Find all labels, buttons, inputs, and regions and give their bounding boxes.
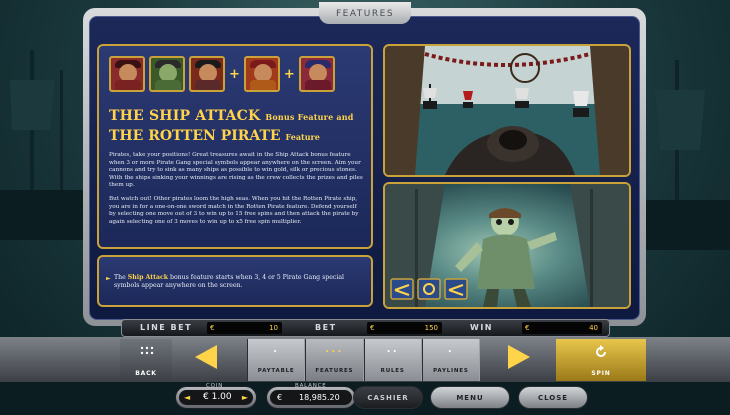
- coin-value: € 1.00: [203, 392, 232, 402]
- feature-note: The Ship Attack bonus feature starts whe…: [114, 274, 345, 289]
- tab-paytable[interactable]: • PAYTABLE: [247, 339, 306, 381]
- close-button[interactable]: CLOSE: [518, 386, 588, 409]
- ship-attack-illustration: [383, 44, 631, 177]
- move-choice-icons: [390, 278, 468, 300]
- win-value: 40: [589, 324, 598, 332]
- feature-note-box: ► The Ship Attack bonus feature starts w…: [97, 255, 373, 307]
- cashier-button[interactable]: CASHIER: [353, 386, 423, 409]
- bet-label: BET: [315, 323, 337, 332]
- panel-title: FEATURES: [319, 2, 411, 24]
- previous-page-arrow-icon[interactable]: [195, 345, 217, 369]
- balance-value: 18,985.20: [299, 393, 340, 402]
- feature-title-1: THE SHIP ATTACK Bonus Feature and: [109, 108, 354, 124]
- pirate-symbol-2: [149, 56, 185, 92]
- paytable-tabs: • PAYTABLE ••• FEATURES •• RULES • PAYLI…: [247, 339, 480, 381]
- pirate-symbol-1: [109, 56, 145, 92]
- win-value-box: € 40: [522, 322, 602, 334]
- spin-label: SPIN: [591, 370, 611, 377]
- pirate-symbol-5: [298, 56, 335, 92]
- grid-icon: [140, 346, 154, 355]
- feature-description-box: + + THE SHIP ATTACK Bonus Feature and TH…: [97, 44, 373, 249]
- feature-paragraph-1: Pirates, take your positions! Great trea…: [109, 152, 363, 189]
- feature-title-2: THE ROTTEN PIRATE Feature: [109, 128, 320, 144]
- line-bet-value-box: € 10: [207, 322, 282, 334]
- pirate-symbol-3: [189, 56, 225, 92]
- feature-paragraph-2: But watch out! Other pirates loom the hi…: [109, 196, 359, 225]
- menu-button[interactable]: MENU: [430, 386, 510, 409]
- bet-value: 150: [424, 324, 438, 332]
- bet-value-box: € 150: [367, 322, 442, 334]
- background-ship-right: [635, 60, 730, 250]
- tab-features[interactable]: ••• FEATURES: [305, 339, 364, 381]
- background-ship-left: [0, 50, 95, 240]
- coin-label: COIN: [206, 383, 224, 389]
- tab-paylines[interactable]: • PAYLINES: [421, 339, 480, 381]
- coin-increase-icon[interactable]: ►: [242, 393, 248, 402]
- plus-sign: +: [283, 66, 295, 82]
- win-label: WIN: [470, 323, 493, 332]
- spin-refresh-icon: [596, 345, 606, 357]
- coin-decrease-icon[interactable]: ◄: [184, 393, 190, 402]
- bet-info-bar: LINE BET € 10 BET € 150 WIN € 40: [121, 319, 610, 337]
- tab-rules[interactable]: •• RULES: [363, 339, 422, 381]
- plus-sign: +: [229, 66, 240, 82]
- spin-button[interactable]: SPIN: [556, 339, 646, 381]
- line-bet-label: LINE BET: [140, 323, 193, 332]
- back-label: BACK: [135, 370, 157, 377]
- symbol-row: + +: [109, 54, 335, 94]
- coin-selector[interactable]: COIN ◄ € 1.00 ►: [175, 383, 257, 409]
- rotten-pirate-illustration: [383, 182, 631, 309]
- balance-label: BALANCE: [295, 383, 327, 389]
- next-page-arrow-icon[interactable]: [508, 345, 530, 369]
- line-bet-value: 10: [269, 324, 278, 332]
- balance-display: BALANCE € 18,985.20: [266, 383, 356, 409]
- rotten-pirate-scene: [385, 184, 629, 307]
- ship-attack-scene: [385, 46, 629, 175]
- back-button[interactable]: BACK: [120, 339, 172, 381]
- bullet-icon: ►: [106, 275, 111, 282]
- pirate-symbol-4: [243, 56, 280, 92]
